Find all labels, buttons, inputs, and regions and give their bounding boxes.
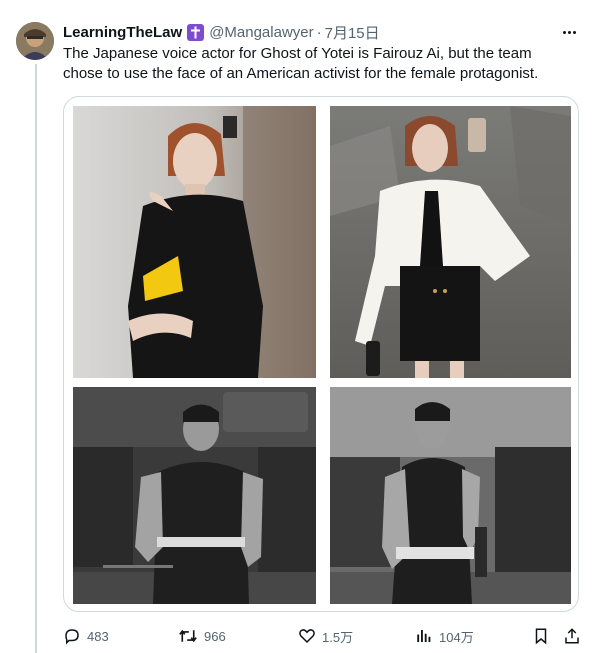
tweet-date[interactable]: 7月15日 bbox=[325, 22, 380, 43]
cross-badge-icon bbox=[187, 23, 205, 41]
like-button[interactable]: 1.5万 bbox=[298, 625, 353, 647]
retweet-count: 966 bbox=[204, 628, 226, 644]
media-grid bbox=[63, 96, 579, 612]
bookmark-icon bbox=[533, 627, 549, 645]
avatar-image bbox=[16, 22, 54, 60]
tweet-header: LearningTheLaw @Mangalawyer · 7月15日 bbox=[63, 22, 575, 42]
thread-line bbox=[35, 64, 37, 653]
photo-woman-black-outfit[interactable] bbox=[73, 106, 316, 378]
display-name[interactable]: LearningTheLaw bbox=[63, 24, 182, 41]
tweet-text: The Japanese voice actor for Ghost of Yo… bbox=[63, 45, 539, 82]
reply-icon bbox=[63, 627, 81, 645]
header-separator: · bbox=[316, 23, 322, 41]
heart-icon bbox=[298, 627, 316, 645]
share-icon bbox=[563, 627, 581, 645]
views-button[interactable]: 104万 bbox=[415, 625, 474, 647]
reply-count: 483 bbox=[87, 628, 109, 644]
user-handle[interactable]: @Mangalawyer bbox=[209, 24, 313, 41]
avatar[interactable] bbox=[16, 22, 54, 60]
views-icon bbox=[415, 627, 433, 645]
reply-button[interactable]: 483 bbox=[63, 625, 109, 647]
photo-woman-grayscale-gym-2[interactable] bbox=[330, 387, 571, 604]
photo-woman-mirror-selfie[interactable] bbox=[330, 106, 571, 378]
more-icon[interactable] bbox=[559, 24, 579, 40]
retweet-button[interactable]: 966 bbox=[178, 625, 226, 647]
like-count: 1.5万 bbox=[322, 629, 354, 645]
view-count: 104万 bbox=[439, 629, 474, 645]
photo-woman-grayscale-gym-1[interactable] bbox=[73, 387, 316, 604]
share-button[interactable] bbox=[563, 625, 581, 647]
tweet-actions: 483 966 1.5万 104万 bbox=[63, 625, 583, 647]
bookmark-button[interactable] bbox=[533, 625, 549, 647]
retweet-icon bbox=[178, 627, 198, 645]
